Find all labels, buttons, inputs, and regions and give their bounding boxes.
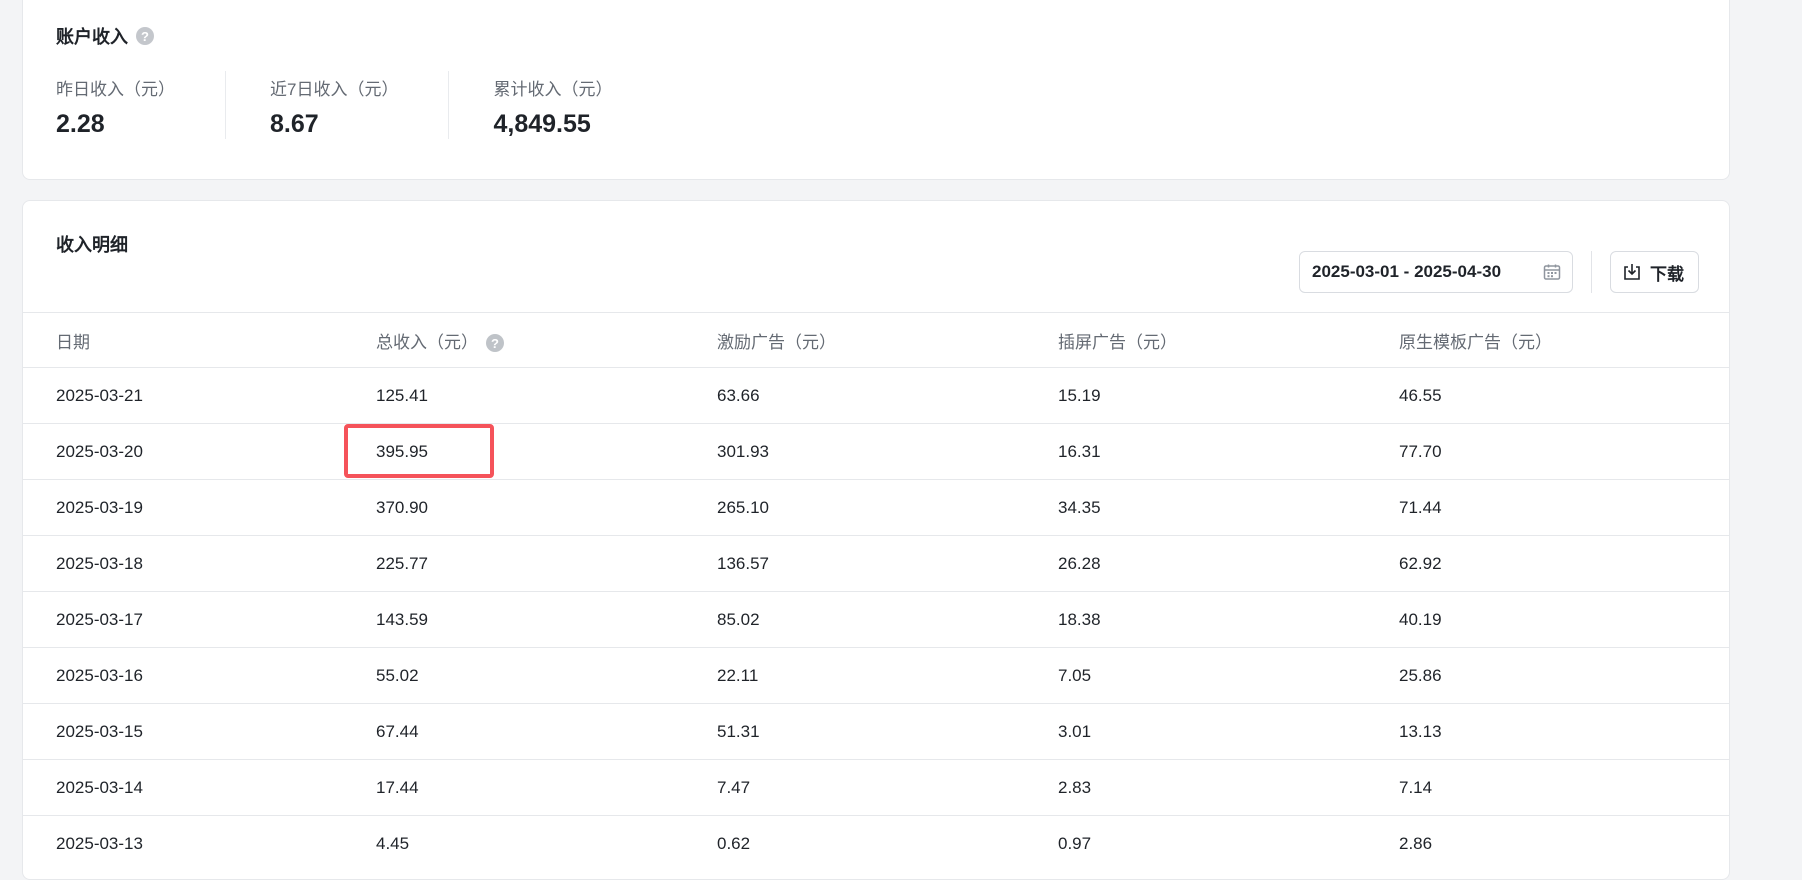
column-header-label: 插屏广告（元） [1058,332,1177,352]
stat-value: 4,849.55 [493,110,591,138]
cell-native-template-ads: 2.86 [1366,815,1729,871]
cell-interstitial-ads: 15.19 [1025,367,1366,424]
toolbar-divider [1591,251,1592,293]
income-detail-table: 日期 总收入（元）? 激励广告（元） 插屏广告（元） 原生模板广告（元） 202… [23,312,1729,871]
cell-date: 2025-03-13 [23,815,343,871]
cell-interstitial-ads: 18.38 [1025,591,1366,648]
column-header-date: 日期 [23,312,343,368]
cell-native-template-ads: 7.14 [1366,759,1729,816]
table-header-row: 日期 总收入（元）? 激励广告（元） 插屏广告（元） 原生模板广告（元） [23,312,1729,368]
help-icon[interactable]: ? [486,334,504,353]
account-income-title-text: 账户收入 [56,27,128,47]
account-income-title: 账户收入 ? [56,23,154,49]
cell-native-template-ads: 46.55 [1366,367,1729,424]
stat-yesterday-income: 昨日收入（元） 2.28 [56,71,225,139]
stat-total-income: 累计收入（元） 4,849.55 [448,71,662,139]
table-row: 2025-03-19 370.90 265.10 34.35 71.44 [23,479,1729,536]
table-row: 2025-03-15 67.44 51.31 3.01 13.13 [23,703,1729,760]
income-stats: 昨日收入（元） 2.28 近7日收入（元） 8.67 累计收入（元） 4,849… [56,71,662,139]
cell-total-income: 125.41 [343,367,684,424]
download-icon [1624,264,1640,280]
help-icon[interactable]: ? [136,27,154,45]
cell-interstitial-ads: 7.05 [1025,647,1366,704]
column-header-label: 日期 [56,332,90,352]
stat-value: 2.28 [56,110,105,138]
cell-date: 2025-03-21 [23,367,343,424]
cell-interstitial-ads: 2.83 [1025,759,1366,816]
account-income-card: 账户收入 ? 昨日收入（元） 2.28 近7日收入（元） 8.67 累计收入（元… [22,0,1730,180]
download-button[interactable]: 下载 [1610,251,1699,293]
date-range-text: 2025-03-01 - 2025-04-30 [1312,262,1502,281]
column-header-native-template-ads: 原生模板广告（元） [1366,312,1729,368]
cell-date: 2025-03-18 [23,535,343,592]
cell-date: 2025-03-17 [23,591,343,648]
cell-date: 2025-03-15 [23,703,343,760]
cell-interstitial-ads: 34.35 [1025,479,1366,536]
cell-native-template-ads: 62.92 [1366,535,1729,592]
table-row: 2025-03-18 225.77 136.57 26.28 62.92 [23,535,1729,592]
cell-interstitial-ads: 26.28 [1025,535,1366,592]
cell-rewarded-ads: 63.66 [684,367,1025,424]
cell-rewarded-ads: 51.31 [684,703,1025,760]
cell-native-template-ads: 77.70 [1366,423,1729,480]
cell-native-template-ads: 40.19 [1366,591,1729,648]
cell-rewarded-ads: 0.62 [684,815,1025,871]
cell-native-template-ads: 25.86 [1366,647,1729,704]
stat-label: 昨日收入（元） [56,80,175,99]
cell-native-template-ads: 71.44 [1366,479,1729,536]
cell-interstitial-ads: 16.31 [1025,423,1366,480]
calendar-icon [1543,264,1561,280]
column-header-label: 激励广告（元） [717,332,836,352]
cell-interstitial-ads: 0.97 [1025,815,1366,871]
column-header-total-income: 总收入（元）? [343,312,684,368]
cell-total-income: 395.95 [343,423,684,480]
detail-toolbar: 2025-03-01 - 2025-04-30 下载 [1299,251,1699,293]
cell-total-income: 17.44 [343,759,684,816]
cell-rewarded-ads: 85.02 [684,591,1025,648]
cell-rewarded-ads: 301.93 [684,423,1025,480]
cell-interstitial-ads: 3.01 [1025,703,1366,760]
date-range-picker[interactable]: 2025-03-01 - 2025-04-30 [1299,251,1573,293]
column-header-label: 总收入（元） [376,332,478,352]
column-header-interstitial-ads: 插屏广告（元） [1025,312,1366,368]
cell-total-income: 143.59 [343,591,684,648]
table-row: 2025-03-21 125.41 63.66 15.19 46.55 [23,367,1729,424]
stat-label: 累计收入（元） [493,80,613,99]
table-row: 2025-03-20 395.95 301.93 16.31 77.70 [23,423,1729,480]
income-detail-title: 收入明细 [56,235,128,255]
table-row: 2025-03-13 4.45 0.62 0.97 2.86 [23,815,1729,871]
cell-date: 2025-03-20 [23,423,343,480]
cell-total-income: 55.02 [343,647,684,704]
cell-date: 2025-03-19 [23,479,343,536]
cell-total-income: 67.44 [343,703,684,760]
cell-native-template-ads: 13.13 [1366,703,1729,760]
column-header-label: 原生模板广告（元） [1399,332,1552,352]
cell-rewarded-ads: 22.11 [684,647,1025,704]
cell-date: 2025-03-14 [23,759,343,816]
column-header-rewarded-ads: 激励广告（元） [684,312,1025,368]
income-detail-card: 收入明细 2025-03-01 - 2025-04-30 下载 日期 总收入（元… [22,200,1730,880]
cell-total-income: 370.90 [343,479,684,536]
stat-label: 近7日收入（元） [270,80,399,99]
cell-total-income: 4.45 [343,815,684,871]
stat-7day-income: 近7日收入（元） 8.67 [225,71,448,139]
cell-rewarded-ads: 136.57 [684,535,1025,592]
table-row: 2025-03-16 55.02 22.11 7.05 25.86 [23,647,1729,704]
stat-value: 8.67 [270,110,319,138]
table-row: 2025-03-17 143.59 85.02 18.38 40.19 [23,591,1729,648]
cell-rewarded-ads: 265.10 [684,479,1025,536]
download-label: 下载 [1650,264,1684,284]
table-row: 2025-03-14 17.44 7.47 2.83 7.14 [23,759,1729,816]
cell-date: 2025-03-16 [23,647,343,704]
cell-rewarded-ads: 7.47 [684,759,1025,816]
cell-total-income: 225.77 [343,535,684,592]
